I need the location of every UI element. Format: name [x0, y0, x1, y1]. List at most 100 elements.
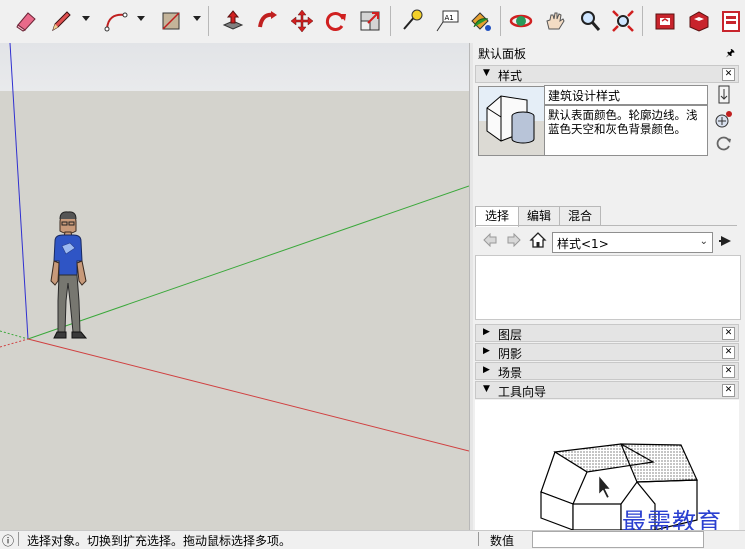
svg-text:A1: A1: [445, 14, 454, 22]
arc-icon: [104, 12, 128, 32]
pan-icon: [546, 12, 565, 30]
follow-me-icon: [258, 11, 277, 28]
extension-warehouse-button[interactable]: [686, 8, 712, 34]
status-bar: ⓘ 选择对象。切换到扩充选择。拖动鼠标选择多项。 数值: [0, 530, 745, 548]
orbit-icon: [509, 14, 533, 28]
zoom-icon: [581, 11, 601, 31]
home-button[interactable]: [529, 231, 547, 249]
layers-panel-label: 图层: [498, 328, 523, 342]
warehouse-button[interactable]: [652, 8, 678, 34]
update-style-button[interactable]: [715, 85, 733, 105]
rectangle-dropdown-arrow[interactable]: [193, 16, 201, 21]
pan-tool-button[interactable]: [542, 8, 568, 34]
instructor-panel-header[interactable]: ▼ 工具向导 ✕: [475, 381, 739, 399]
shadows-panel-label: 阴影: [498, 347, 523, 361]
pencil-tool-button[interactable]: [48, 8, 74, 34]
text-tool-button[interactable]: A1: [434, 8, 460, 34]
scale-icon: [360, 11, 380, 31]
layout-button[interactable]: [718, 8, 744, 34]
expand-arrow-icon: ▶: [483, 327, 490, 337]
default-tray: 默认面板 🖈 ▼ 样式 ✕ 建筑设计样式 默认表面颜色。轮廓边线。浅蓝色天空和灰…: [473, 43, 745, 531]
eraser-icon: [16, 12, 36, 32]
layers-panel-header[interactable]: ▶ 图层 ✕: [475, 324, 739, 342]
back-arrow-icon: [483, 232, 497, 248]
styles-panel-label: 样式: [498, 69, 523, 83]
eraser-tool-button[interactable]: [13, 8, 39, 34]
toolbar-separator: [208, 6, 209, 36]
push-pull-tool-button[interactable]: [220, 8, 246, 34]
create-style-icon: [715, 111, 732, 128]
scenes-panel-header[interactable]: ▶ 场景 ✕: [475, 362, 739, 380]
refresh-icon: [716, 136, 731, 151]
tape-measure-tool-button[interactable]: [399, 8, 425, 34]
follow-me-tool-button[interactable]: [255, 8, 281, 34]
styles-panel-header[interactable]: ▼ 样式 ✕: [475, 65, 739, 83]
ground-background: [0, 91, 469, 530]
style-description-textarea[interactable]: 默认表面颜色。轮廓边线。浅蓝色天空和灰色背景颜色。: [544, 105, 708, 156]
shadows-panel-header[interactable]: ▶ 阴影 ✕: [475, 343, 739, 361]
arc-dropdown-arrow[interactable]: [137, 16, 145, 21]
arc-tool-button[interactable]: [103, 8, 129, 34]
layout-icon: [722, 11, 740, 32]
rectangle-icon: [162, 12, 180, 30]
style-thumbnails-list[interactable]: [475, 255, 741, 320]
close-icon[interactable]: ✕: [722, 346, 735, 359]
tab-mix[interactable]: 混合: [559, 206, 601, 226]
main-toolbar: A1: [0, 0, 745, 44]
status-message: 选择对象。切换到扩充选择。拖动鼠标选择多项。: [27, 534, 292, 548]
viewport-canvas: [0, 43, 469, 530]
status-divider: [478, 532, 479, 546]
tab-select[interactable]: 选择: [475, 206, 519, 227]
pin-icon[interactable]: 🖈: [726, 46, 735, 63]
style-collection-value: 样式<1>: [557, 237, 609, 251]
update-style-icon: [718, 85, 730, 104]
close-icon[interactable]: ✕: [722, 365, 735, 378]
toolbar-separator: [390, 6, 391, 36]
value-control-box[interactable]: [532, 531, 704, 548]
pencil-icon: [52, 11, 71, 32]
expand-arrow-icon: ▶: [483, 365, 490, 375]
zoom-extents-tool-button[interactable]: [610, 8, 636, 34]
style-collection-select[interactable]: 样式<1> ⌄: [552, 232, 713, 253]
tab-divider: [475, 225, 737, 226]
value-label: 数值: [490, 534, 515, 548]
3d-viewport[interactable]: [0, 43, 469, 530]
back-button[interactable]: [483, 232, 497, 248]
status-info-icon[interactable]: ⓘ: [2, 532, 14, 549]
home-icon: [529, 232, 547, 248]
collapse-arrow-icon: ▼: [483, 68, 490, 78]
forward-button[interactable]: [507, 232, 521, 248]
pencil-dropdown-arrow[interactable]: [82, 16, 90, 21]
orbit-tool-button[interactable]: [508, 8, 534, 34]
rotate-tool-button[interactable]: [323, 8, 349, 34]
close-icon[interactable]: ✕: [722, 327, 735, 340]
collapse-arrow-icon: ▼: [483, 384, 490, 394]
chevron-down-icon: ⌄: [699, 236, 708, 247]
style-name-input[interactable]: 建筑设计样式: [544, 85, 708, 105]
move-tool-button[interactable]: [289, 8, 315, 34]
tray-title: 默认面板: [478, 47, 527, 61]
zoom-extents-icon: [612, 10, 634, 32]
tape-measure-icon: [403, 9, 423, 30]
rectangle-tool-button[interactable]: [158, 8, 184, 34]
close-icon[interactable]: ✕: [722, 68, 735, 81]
style-thumbnail-preview: [479, 87, 544, 155]
forward-arrow-icon: [507, 232, 521, 248]
details-arrow-icon: [719, 236, 731, 246]
create-style-button[interactable]: [714, 109, 734, 129]
paint-bucket-tool-button[interactable]: [467, 8, 493, 34]
details-button[interactable]: [718, 233, 734, 249]
close-icon[interactable]: ✕: [722, 384, 735, 397]
refresh-style-button[interactable]: [715, 134, 733, 152]
push-pull-icon: [222, 10, 244, 30]
scenes-panel-label: 场景: [498, 366, 523, 380]
tray-title-bar: 默认面板 🖈: [473, 43, 745, 62]
zoom-tool-button[interactable]: [577, 8, 603, 34]
style-thumbnail[interactable]: [478, 86, 545, 156]
sky-background: [0, 43, 469, 91]
move-icon: [290, 9, 314, 33]
cursor-arrow-icon: [598, 475, 611, 499]
style-description-text: 默认表面颜色。轮廓边线。浅蓝色天空和灰色背景颜色。: [548, 108, 698, 136]
tab-edit[interactable]: 编辑: [518, 206, 560, 226]
scale-tool-button[interactable]: [357, 8, 383, 34]
